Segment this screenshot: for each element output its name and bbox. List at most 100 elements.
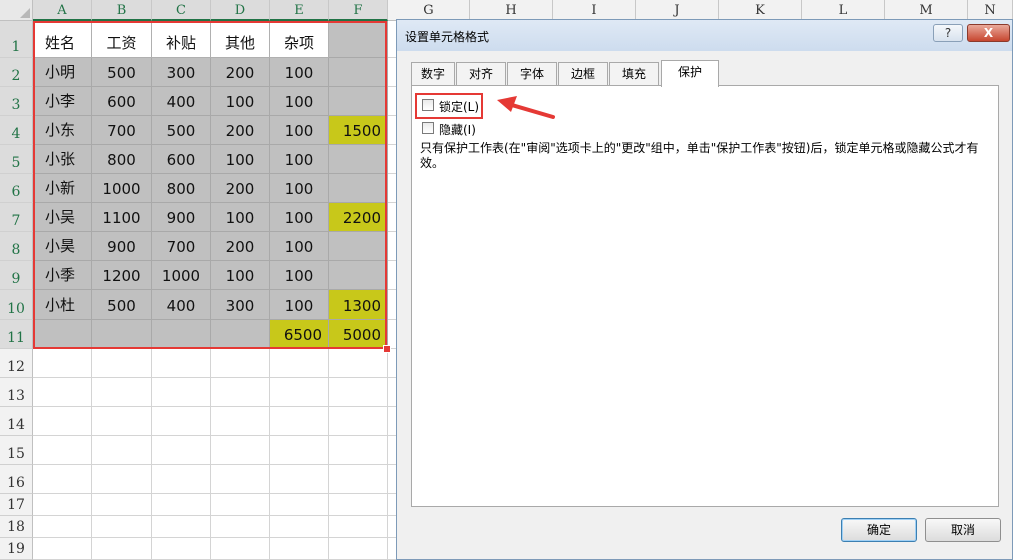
tab-border[interactable]: 边框: [558, 62, 608, 86]
row-header-6[interactable]: 6: [0, 174, 33, 203]
column-header-k[interactable]: K: [719, 0, 802, 21]
cell-b7[interactable]: 1100: [92, 203, 152, 232]
row-header-8[interactable]: 8: [0, 232, 33, 261]
cell-f16[interactable]: [329, 465, 388, 494]
cell-b13[interactable]: [92, 378, 152, 407]
cell-a19[interactable]: [33, 538, 92, 560]
tab-number[interactable]: 数字: [411, 62, 455, 86]
column-header-i[interactable]: I: [553, 0, 636, 21]
cell-f2[interactable]: [329, 58, 388, 87]
cell-d3[interactable]: 100: [211, 87, 270, 116]
cell-f6[interactable]: [329, 174, 388, 203]
cell-e18[interactable]: [270, 516, 329, 538]
cell-a13[interactable]: [33, 378, 92, 407]
cell-e13[interactable]: [270, 378, 329, 407]
cell-e14[interactable]: [270, 407, 329, 436]
cell-b19[interactable]: [92, 538, 152, 560]
cell-b17[interactable]: [92, 494, 152, 516]
cell-d8[interactable]: 200: [211, 232, 270, 261]
fill-handle[interactable]: [383, 345, 391, 353]
cell-e11[interactable]: 6500: [270, 320, 329, 349]
cell-b9[interactable]: 1200: [92, 261, 152, 290]
row-header-7[interactable]: 7: [0, 203, 33, 232]
cell-f10[interactable]: 1300: [329, 290, 388, 320]
cell-b16[interactable]: [92, 465, 152, 494]
row-header-13[interactable]: 13: [0, 378, 33, 407]
cell-c8[interactable]: 700: [152, 232, 211, 261]
column-header-d[interactable]: D: [211, 0, 270, 21]
cell-a6[interactable]: 小新: [33, 174, 92, 203]
row-header-5[interactable]: 5: [0, 145, 33, 174]
cell-d12[interactable]: [211, 349, 270, 378]
hidden-label[interactable]: 隐藏(I): [439, 121, 476, 138]
row-header-17[interactable]: 17: [0, 494, 33, 516]
cell-b3[interactable]: 600: [92, 87, 152, 116]
column-header-j[interactable]: J: [636, 0, 719, 21]
cell-a17[interactable]: [33, 494, 92, 516]
cell-a10[interactable]: 小杜: [33, 290, 92, 320]
cell-f19[interactable]: [329, 538, 388, 560]
cell-c16[interactable]: [152, 465, 211, 494]
cell-f3[interactable]: [329, 87, 388, 116]
cell-d18[interactable]: [211, 516, 270, 538]
column-header-m[interactable]: M: [885, 0, 968, 21]
column-header-n[interactable]: N: [968, 0, 1013, 21]
cell-b11[interactable]: [92, 320, 152, 349]
cell-f12[interactable]: [329, 349, 388, 378]
cell-c10[interactable]: 400: [152, 290, 211, 320]
cell-c14[interactable]: [152, 407, 211, 436]
row-header-14[interactable]: 14: [0, 407, 33, 436]
cell-d16[interactable]: [211, 465, 270, 494]
cell-d1[interactable]: 其他: [211, 21, 270, 58]
cell-e7[interactable]: 100: [270, 203, 329, 232]
cell-b5[interactable]: 800: [92, 145, 152, 174]
cell-a1[interactable]: 姓名: [33, 21, 92, 58]
cell-f17[interactable]: [329, 494, 388, 516]
hidden-checkbox[interactable]: [422, 122, 434, 134]
row-header-1[interactable]: 1: [0, 21, 33, 58]
cell-e16[interactable]: [270, 465, 329, 494]
column-header-e[interactable]: E: [270, 0, 329, 21]
cell-c9[interactable]: 1000: [152, 261, 211, 290]
cell-a2[interactable]: 小明: [33, 58, 92, 87]
cell-d7[interactable]: 100: [211, 203, 270, 232]
cell-d15[interactable]: [211, 436, 270, 465]
cell-e3[interactable]: 100: [270, 87, 329, 116]
cell-d13[interactable]: [211, 378, 270, 407]
row-header-10[interactable]: 10: [0, 290, 33, 320]
cell-f14[interactable]: [329, 407, 388, 436]
cell-c18[interactable]: [152, 516, 211, 538]
cell-c6[interactable]: 800: [152, 174, 211, 203]
column-header-a[interactable]: A: [33, 0, 92, 21]
cell-e1[interactable]: 杂项: [270, 21, 329, 58]
column-header-h[interactable]: H: [470, 0, 553, 21]
cell-f8[interactable]: [329, 232, 388, 261]
cell-b8[interactable]: 900: [92, 232, 152, 261]
cell-b10[interactable]: 500: [92, 290, 152, 320]
row-header-9[interactable]: 9: [0, 261, 33, 290]
ok-button[interactable]: 确定: [841, 518, 917, 542]
cell-c13[interactable]: [152, 378, 211, 407]
cell-a5[interactable]: 小张: [33, 145, 92, 174]
cell-e2[interactable]: 100: [270, 58, 329, 87]
cell-a4[interactable]: 小东: [33, 116, 92, 145]
close-button[interactable]: X: [967, 24, 1010, 42]
row-header-11[interactable]: 11: [0, 320, 33, 349]
cell-e12[interactable]: [270, 349, 329, 378]
row-header-18[interactable]: 18: [0, 516, 33, 538]
cell-b18[interactable]: [92, 516, 152, 538]
cell-f7[interactable]: 2200: [329, 203, 388, 232]
cell-a11[interactable]: [33, 320, 92, 349]
cell-c7[interactable]: 900: [152, 203, 211, 232]
cell-e15[interactable]: [270, 436, 329, 465]
cell-a18[interactable]: [33, 516, 92, 538]
cell-d11[interactable]: [211, 320, 270, 349]
cell-c5[interactable]: 600: [152, 145, 211, 174]
column-header-f[interactable]: F: [329, 0, 388, 21]
cell-a14[interactable]: [33, 407, 92, 436]
cell-c17[interactable]: [152, 494, 211, 516]
cell-d17[interactable]: [211, 494, 270, 516]
column-header-b[interactable]: B: [92, 0, 152, 21]
cell-a9[interactable]: 小季: [33, 261, 92, 290]
cell-c19[interactable]: [152, 538, 211, 560]
